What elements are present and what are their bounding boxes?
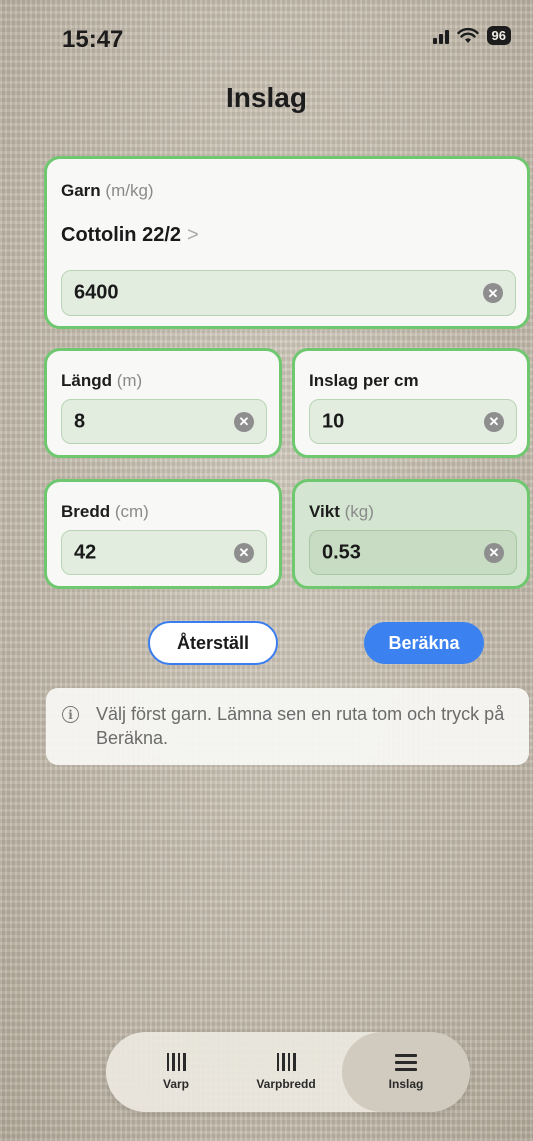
- length-label-text: Längd: [61, 371, 112, 390]
- chevron-right-icon: >: [187, 224, 199, 246]
- info-box: i Välj först garn. Lämna sen en ruta tom…: [46, 688, 529, 765]
- battery-indicator: 96: [486, 26, 511, 45]
- cellular-signal-icon: [432, 28, 449, 44]
- yarn-selector[interactable]: Cottolin 22/2 >: [61, 224, 199, 247]
- info-icon: i: [62, 706, 79, 723]
- clear-icon[interactable]: ✕: [234, 542, 254, 563]
- width-unit: (cm): [114, 502, 149, 521]
- tab-varpbredd-label: Varpbredd: [256, 1077, 316, 1091]
- width-value: 42: [74, 541, 97, 563]
- length-input[interactable]: 8 ✕: [61, 399, 267, 444]
- weight-label: Vikt (kg): [309, 502, 374, 522]
- length-unit: (m): [116, 371, 143, 390]
- weft-per-cm-label: Inslag per cm: [309, 371, 419, 390]
- tab-inslag[interactable]: Inslag: [342, 1032, 470, 1112]
- weight-value: 0.53: [322, 541, 361, 563]
- length-card: Längd (m) 8 ✕: [44, 348, 282, 458]
- length-label: Längd (m): [61, 371, 142, 391]
- clear-icon[interactable]: ✕: [234, 411, 254, 432]
- tab-inslag-label: Inslag: [388, 1076, 424, 1091]
- clear-icon[interactable]: ✕: [484, 542, 504, 563]
- weft-lines-icon: [395, 1053, 417, 1071]
- clear-icon[interactable]: ✕: [483, 283, 503, 303]
- calculate-button[interactable]: Beräkna: [364, 622, 484, 664]
- width-label: Bredd (cm): [61, 502, 149, 522]
- wifi-icon: [456, 27, 479, 43]
- reset-button[interactable]: Återställ: [148, 621, 278, 665]
- length-value: 8: [74, 410, 86, 432]
- weight-input[interactable]: 0.53 ✕: [309, 530, 517, 575]
- tab-varpbredd[interactable]: Varpbredd: [236, 1032, 336, 1112]
- info-text: Välj först garn. Lämna sen en ruta tom o…: [96, 704, 505, 748]
- width-input[interactable]: 42 ✕: [61, 530, 267, 575]
- weft-per-cm-value: 10: [322, 410, 345, 432]
- tab-varp[interactable]: Varp: [126, 1032, 226, 1112]
- weight-card: Vikt (kg) 0.53 ✕: [292, 479, 530, 589]
- warp-width-bars-icon: [276, 1053, 296, 1071]
- yarn-card: Garn (m/kg) Cottolin 22/2 > 6400 ✕: [44, 156, 530, 329]
- weight-unit: (kg): [344, 502, 374, 521]
- yarn-label: Garn (m/kg): [61, 181, 154, 201]
- warp-bars-icon: [166, 1053, 186, 1071]
- yarn-name: Cottolin 22/2: [61, 224, 182, 246]
- yarn-unit: (m/kg): [105, 181, 154, 200]
- yarn-label-text: Garn: [61, 181, 101, 200]
- weft-per-cm-card: Inslag per cm 10 ✕: [292, 348, 530, 458]
- width-card: Bredd (cm) 42 ✕: [44, 479, 282, 589]
- weft-per-cm-input[interactable]: 10 ✕: [309, 399, 517, 444]
- weight-label-text: Vikt: [309, 502, 340, 521]
- width-label-text: Bredd: [61, 502, 111, 521]
- status-time: 15:47: [62, 26, 124, 53]
- clear-icon[interactable]: ✕: [484, 411, 504, 432]
- status-bar: 15:47 96: [0, 0, 533, 80]
- page-title: Inslag: [226, 82, 307, 113]
- tab-bar: Varp Varpbredd Inslag: [106, 1032, 470, 1112]
- tab-varp-label: Varp: [162, 1077, 189, 1091]
- yarn-yield-input[interactable]: 6400 ✕: [61, 270, 516, 316]
- yarn-yield-value: 6400: [74, 281, 119, 304]
- status-icons: 96: [432, 26, 511, 45]
